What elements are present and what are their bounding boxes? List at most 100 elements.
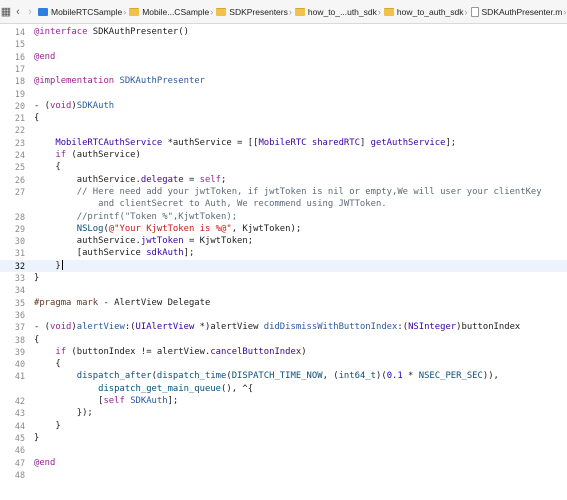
line-number: 47 <box>14 457 25 468</box>
code-token: SDKAuth <box>130 396 168 406</box>
breadcrumb-item[interactable]: how_to_...uth_sdk <box>293 7 377 17</box>
code-text: [self SDKAuth]; <box>34 395 178 407</box>
code-line[interactable]: 14 @interface SDKAuthPresenter() <box>0 26 567 38</box>
code-token: [ <box>34 396 104 406</box>
line-number: 18 <box>14 76 25 87</box>
code-token: SDKAuthPresenter <box>119 76 206 87</box>
code-line[interactable]: 45} <box>0 432 567 444</box>
code-token: * <box>402 371 419 382</box>
code-token: ]; <box>167 396 179 406</box>
code-line[interactable]: 40 { <box>0 358 567 370</box>
code-line[interactable]: 17 <box>0 63 567 75</box>
related-items-icon[interactable]: ▦ <box>0 5 12 18</box>
code-line[interactable]: 23 MobileRTCAuthService *authService = [… <box>0 137 567 149</box>
code-token: NSInteger <box>408 322 457 333</box>
code-line[interactable]: 20 - (void)SDKAuth <box>0 100 567 112</box>
code-text: @interface SDKAuthPresenter() <box>34 26 189 38</box>
code-text: } <box>34 432 39 444</box>
code-token: { <box>34 334 40 345</box>
code-line[interactable]: 28 //printf("Token %",KjwtToken); <box>0 211 567 223</box>
code-text: and clientSecret to Auth, We recommend u… <box>34 198 387 210</box>
breadcrumb-item[interactable]: Mobile...CSample <box>127 7 209 17</box>
folder-icon <box>216 7 227 16</box>
code-token: #pragma mark <box>34 297 99 308</box>
code-token: - ( <box>34 322 51 333</box>
code-token: getAuthService <box>370 137 446 148</box>
code-line[interactable]: 16 @end <box>0 51 567 63</box>
code-line[interactable]: 43 }); <box>0 407 567 419</box>
code-line[interactable]: and clientSecret to Auth, We recommend u… <box>0 198 567 210</box>
code-token: //printf("Token %",KjwtToken); <box>34 211 238 222</box>
line-number: 41 <box>14 371 25 382</box>
code-line[interactable]: dispatch_get_main_queue(), ^{ <box>0 383 567 395</box>
code-line[interactable]: 26 authService.delegate = self; <box>0 174 567 186</box>
code-line[interactable]: 30 authService.jwtToken = KjwtToken; <box>0 235 567 247</box>
code-token: UIAlertView <box>135 322 195 333</box>
line-number: 28 <box>14 211 25 222</box>
code-token: self <box>103 396 125 406</box>
code-token: and clientSecret to Auth, We recommend u… <box>34 199 387 210</box>
code-token: { <box>34 359 61 370</box>
code-line[interactable]: 21 { <box>0 112 567 124</box>
code-line[interactable]: 24 if (authService) <box>0 149 567 161</box>
code-token: sharedRTC <box>311 137 360 148</box>
line-number: 45 <box>14 432 25 443</box>
code-text: MobileRTCAuthService *authService = [[Mo… <box>34 137 456 149</box>
breadcrumb-separator-icon: › <box>464 6 468 17</box>
code-token: 0.1 <box>386 371 403 382</box>
code-token: @end <box>34 457 56 468</box>
breadcrumb-item[interactable]: how_to_auth_sdk <box>382 7 464 17</box>
code-line[interactable]: 22 <box>0 124 567 136</box>
breadcrumb-item[interactable]: MobileRTCSample <box>36 7 122 17</box>
code-line[interactable]: 47 @end <box>0 457 567 469</box>
code-line[interactable]: 44 } <box>0 420 567 432</box>
line-number: 43 <box>14 408 25 419</box>
project-icon <box>38 7 48 16</box>
code-token: = <box>183 174 200 185</box>
code-line[interactable]: 41 dispatch_after(dispatch_time(DISPATCH… <box>0 370 567 382</box>
breadcrumb-separator-icon: › <box>210 6 214 17</box>
code-token: @interface <box>34 27 88 37</box>
line-number: 30 <box>14 236 25 247</box>
code-line[interactable]: 32 } <box>0 259 567 272</box>
code-line[interactable]: 36 <box>0 309 567 321</box>
code-line[interactable]: 27 // Here need add your jwtToken, if jw… <box>0 186 567 198</box>
code-line[interactable]: 46 <box>0 444 567 456</box>
code-line[interactable]: 35 #pragma mark - AlertView Delegate <box>0 297 567 309</box>
code-line[interactable]: 33} <box>0 272 567 284</box>
line-number: 36 <box>14 309 25 320</box>
line-number: 25 <box>14 162 25 173</box>
breadcrumb-separator-icon: › <box>123 6 127 17</box>
code-token: - AlertView Delegate <box>98 297 211 308</box>
code-line[interactable]: 18 @implementation SDKAuthPresenter <box>0 75 567 87</box>
code-token: int64_t <box>338 371 376 382</box>
code-line[interactable]: 39 if (buttonIndex != alertView.cancelBu… <box>0 346 567 358</box>
line-number: 27 <box>14 186 25 197</box>
code-token: )buttonIndex <box>456 322 521 333</box>
forward-arrow-icon[interactable]: › <box>24 6 36 18</box>
breadcrumb-item[interactable]: SDKPresenters <box>214 7 288 17</box>
code-line[interactable]: 34 <box>0 284 567 296</box>
back-arrow-icon[interactable]: ‹ <box>12 6 24 18</box>
code-line[interactable]: 42 [self SDKAuth]; <box>0 395 567 407</box>
line-number: 22 <box>14 125 25 136</box>
code-line[interactable]: 25 { <box>0 161 567 173</box>
breadcrumb-item[interactable]: SDKAuthPresenter.m <box>469 6 562 17</box>
code-line[interactable]: 19 <box>0 88 567 100</box>
code-line[interactable]: 37 - (void)alertView:(UIAlertView *)alert… <box>0 321 567 333</box>
code-editor[interactable]: 14 @interface SDKAuthPresenter() 15 16 @end 1… <box>0 24 567 500</box>
code-token: authService. <box>34 174 141 185</box>
code-token: self <box>199 174 222 185</box>
code-line[interactable]: 15 <box>0 38 567 50</box>
code-token: @implementation <box>34 76 115 87</box>
line-number: 21 <box>14 113 25 124</box>
code-token: :( <box>124 322 136 333</box>
code-line[interactable]: 29 NSLog(@"Your KjwtToken is %@", KjwtTo… <box>0 223 567 235</box>
code-line[interactable]: 38 { <box>0 334 567 346</box>
code-line[interactable]: 48 <box>0 469 567 481</box>
code-text: } <box>34 420 60 432</box>
code-line[interactable]: 31 [authService sdkAuth]; <box>0 247 567 259</box>
